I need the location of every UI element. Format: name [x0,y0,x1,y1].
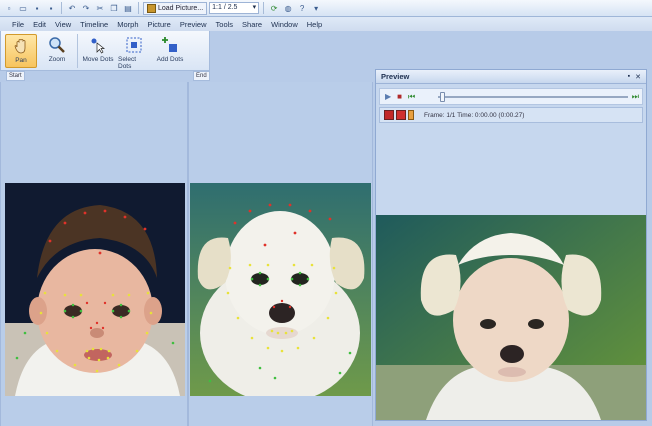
menu-edit[interactable]: Edit [33,20,46,29]
open-folder-icon[interactable]: ▭ [17,2,29,14]
menu-view[interactable]: View [55,20,71,29]
preview-panel: Preview ▪ ✕ ▶ ■ ⏮ ⏭ Frame: 1/1 Time: 0:0… [375,69,647,421]
menu-file[interactable]: File [12,20,24,29]
puppy-photo[interactable] [190,183,371,396]
save-icon[interactable]: ▪ [31,2,43,14]
select-dots-icon [125,36,143,54]
end-color-swatch[interactable] [396,110,406,120]
start-panel-label: Start [6,71,25,81]
menu-picture[interactable]: Picture [148,20,171,29]
preview-titlebar: Preview ▪ ✕ [376,70,646,84]
separator [138,2,139,14]
redo-icon[interactable]: ↷ [80,2,92,14]
play-icon[interactable]: ▶ [385,92,391,101]
menu-timeline[interactable]: Timeline [80,20,108,29]
menu-help[interactable]: Help [307,20,322,29]
add-dots-tool-button[interactable]: Add Dots [154,34,186,68]
magnifier-icon [48,36,66,54]
end-image-panel[interactable] [188,82,373,426]
menu-preview[interactable]: Preview [180,20,207,29]
zoom-select[interactable]: 1:1 / 2.5 ▾ [209,2,260,14]
customize-dropdown-icon[interactable]: ▾ [310,2,322,14]
move-dots-icon [89,36,107,54]
swatch-dropdown-icon[interactable] [408,110,414,120]
quick-access-toolbar: ▫ ▭ ▪ ▪ ↶ ↷ ✂ ❐ ▤ Load Picture... 1:1 / … [0,0,652,17]
load-picture-button[interactable]: Load Picture... [143,1,208,15]
menu-morph[interactable]: Morph [117,20,138,29]
cut-icon[interactable]: ✂ [94,2,106,14]
separator [61,2,62,14]
save-all-icon[interactable]: ▪ [45,2,57,14]
rewind-icon[interactable]: ⏮ [408,92,415,102]
zoom-tool-button[interactable]: Zoom [41,34,73,68]
baby-photo[interactable] [5,183,185,396]
new-file-icon[interactable]: ▫ [3,2,15,14]
select-dots-tool-button[interactable]: Select Dots [118,34,150,70]
add-dots-label: Add Dots [156,56,184,63]
pin-icon[interactable]: ▪ [628,73,630,81]
paste-icon[interactable]: ▤ [122,2,134,14]
menu-window[interactable]: Window [271,20,298,29]
tools-ribbon: Pan Zoom Move Dots Select Dots Add Dots [0,31,210,71]
zoom-label: Zoom [48,56,66,63]
start-color-swatch[interactable] [384,110,394,120]
timeline-slider-track[interactable] [438,96,628,98]
refresh-icon[interactable]: ⟳ [268,2,280,14]
select-dots-label: Select Dots [118,56,137,70]
zoom-value: 1:1 / 2.5 [212,4,238,11]
timeline-slider-handle[interactable] [440,92,445,102]
copy-icon[interactable]: ❐ [108,2,120,14]
playback-controls: ▶ ■ ⏮ ⏭ [379,88,643,105]
hand-icon [12,37,30,55]
chevron-down-icon: ▾ [252,4,257,11]
frame-info-bar: Frame: 1/1 Time: 0:00.00 (0:00.27) [379,107,643,123]
move-dots-label: Move Dots [82,56,114,63]
undo-icon[interactable]: ↶ [66,2,78,14]
stop-icon[interactable]: ■ [397,92,402,101]
move-dots-tool-button[interactable]: Move Dots [82,34,114,68]
end-panel-label: End [193,71,210,81]
menu-share[interactable]: Share [242,20,262,29]
load-picture-label: Load Picture... [158,4,204,12]
pan-tool-button[interactable]: Pan [5,34,37,68]
pan-label: Pan [15,57,27,64]
help-icon[interactable]: ? [296,2,308,14]
menu-tools[interactable]: Tools [216,20,234,29]
add-dots-icon [161,36,179,54]
morph-preview-photo [376,215,646,420]
globe-icon[interactable]: ◍ [282,2,294,14]
menu-bar: File Edit View Timeline Morph Picture Pr… [0,17,652,31]
separator [77,34,78,68]
close-icon[interactable]: ✕ [635,73,641,81]
fast-forward-icon[interactable]: ⏭ [632,92,639,102]
separator [263,2,265,14]
preview-title: Preview [381,72,410,81]
frame-time-text: Frame: 1/1 Time: 0:00.00 (0:00.27) [424,111,525,119]
start-image-panel[interactable] [0,82,188,426]
picture-icon [147,3,156,13]
